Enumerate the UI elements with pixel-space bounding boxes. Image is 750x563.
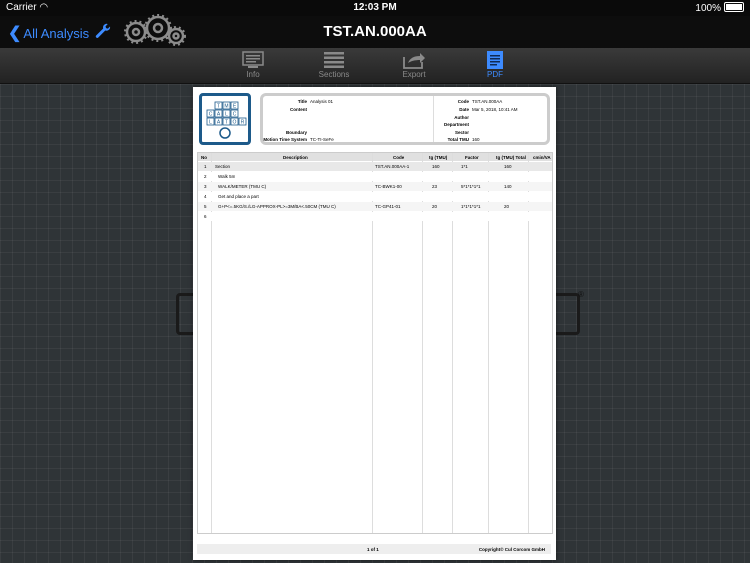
tab-export[interactable]: Export — [384, 50, 444, 79]
tab-pdf[interactable]: PDF — [465, 50, 525, 79]
info-icon — [242, 51, 264, 68]
table-row: 4 Get and place a part — [198, 192, 552, 201]
cell-no: 6 — [204, 214, 207, 219]
total-tmu-value: 160 — [472, 137, 480, 142]
cell-description: G+P<=.5KG/S./LG-APPROX-PL>=3M/BA<.50CM (… — [218, 204, 336, 209]
sector-label: Sector — [454, 130, 469, 135]
tab-info-label: Info — [246, 70, 260, 79]
table-header: No Description Code tg (TMU) Factor tg (… — [198, 153, 552, 161]
tab-bar: Info Sections Export PDF — [0, 48, 750, 84]
logo-letter: T — [225, 120, 228, 126]
table-row: 3 WALK/METER (TMU C) TC-BWK1-00 23 5*1*1*1*1… — [198, 182, 552, 191]
sections-icon — [324, 52, 344, 68]
logo-letter: T — [217, 104, 220, 110]
cell-total: 20 — [504, 204, 510, 209]
page-title: TST.AN.000AA — [323, 23, 427, 40]
code-label: Code — [457, 99, 469, 104]
table-row: 1 Section TST.AN.000AA-1 160 1*1 160 — [198, 162, 552, 171]
tab-sections-label: Sections — [318, 70, 350, 79]
boundary-label: Boundary — [285, 130, 307, 135]
logo-letter: O — [233, 120, 237, 126]
pdf-document[interactable]: TMECALCLATOR Title Analysis 01 Content B… — [193, 87, 556, 560]
cell-description: Get and place a part — [218, 194, 259, 199]
logo-letter: R — [241, 120, 245, 126]
date-value: Mar 5, 2018, 10:41 AM — [472, 107, 518, 112]
cell-total: 160 — [504, 164, 512, 169]
col-code: Code — [393, 155, 405, 160]
col-factor: Factor — [465, 155, 479, 160]
registered-mark: ® — [578, 290, 584, 299]
logo-letter: L — [209, 120, 212, 126]
cell-tg: 160 — [432, 164, 440, 169]
author-label: Author — [454, 115, 469, 120]
cell-code: TST.AN.000AA-1 — [375, 164, 410, 169]
col-description: Description — [283, 155, 308, 160]
cell-factor: 1*1 — [461, 164, 468, 169]
header-divider — [433, 96, 434, 142]
cell-description: Walk 5m — [218, 174, 236, 179]
title-label: Title — [297, 99, 307, 104]
cell-factor: 1*1*1*1*1 — [461, 204, 481, 209]
cell-tg: 23 — [432, 184, 438, 189]
tab-sections[interactable]: Sections — [304, 50, 364, 79]
date-label: Date — [459, 107, 469, 112]
mts-label: Motion Time System — [263, 137, 307, 142]
mts-value: TC-TI-SeFe — [310, 137, 334, 142]
cell-description: WALK/METER (TMU C) — [218, 184, 267, 189]
pdf-icon — [487, 51, 503, 69]
cell-code: TC-BWK1-00 — [375, 184, 402, 189]
logo-letter: M — [224, 104, 228, 110]
navigation-bar: ❮ All Analysis TST.AN.000AA — [0, 14, 750, 48]
cell-no: 4 — [204, 194, 207, 199]
logo-letters: T M EC A L CL A T O R — [206, 101, 247, 139]
status-time: 12:03 PM — [353, 2, 397, 13]
table-row: 2 Walk 5m — [198, 172, 552, 181]
col-cmin: cmin/VA — [533, 155, 551, 160]
page-number: 1 of 1 — [367, 547, 379, 552]
cell-factor: 5*1*1*1*1 — [461, 184, 481, 189]
company-logo: TMECALCLATOR — [199, 93, 251, 145]
document-footer: 1 of 1 Copyright© Cul Corcom GmbH — [197, 544, 551, 554]
cell-tg: 20 — [432, 204, 438, 209]
table-row: 5 G+P<=.5KG/S./LG-APPROX-PL>=3M/BA<.50CM … — [198, 202, 552, 211]
col-no: No — [201, 155, 207, 160]
cell-no: 3 — [204, 184, 207, 189]
total-tmu-label: Total TMU — [447, 137, 469, 142]
cell-description: Section — [215, 164, 231, 169]
logo-letter: C — [233, 112, 237, 118]
title-value: Analysis 01 — [310, 99, 334, 104]
export-icon — [403, 53, 425, 69]
analysis-table: No Description Code tg (TMU) Factor tg (… — [197, 152, 553, 534]
col-tg: tg (TMU) — [429, 155, 448, 160]
copyright-text: Copyright© Cul Corcom GmbH — [478, 547, 545, 552]
logo-letter: L — [225, 112, 228, 118]
cell-no: 2 — [204, 174, 207, 179]
content-label: Content — [290, 107, 307, 112]
logo-gear — [219, 127, 231, 139]
code-value: TST.AN.000AA — [472, 99, 503, 104]
battery-indicator: 100% — [695, 2, 744, 14]
cell-no: 5 — [204, 204, 207, 209]
logo-letter: C — [209, 112, 213, 118]
battery-icon — [724, 2, 744, 12]
department-label: Department — [443, 122, 469, 127]
tab-export-label: Export — [402, 70, 426, 79]
tab-info[interactable]: Info — [223, 50, 283, 79]
table-row: 6 — [198, 212, 552, 221]
document-header-info: Title Analysis 01 Content Boundary Motio… — [260, 93, 550, 145]
watermark-right — [552, 293, 580, 335]
cell-no: 1 — [204, 164, 207, 169]
cell-code: TC-GP41-01 — [375, 204, 401, 209]
col-tg-total: tg (TMU) Total — [496, 155, 526, 160]
status-bar: Carrier ◠ 12:03 PM 100% — [0, 0, 750, 16]
tab-pdf-label: PDF — [487, 70, 503, 79]
cell-total: 140 — [504, 184, 512, 189]
